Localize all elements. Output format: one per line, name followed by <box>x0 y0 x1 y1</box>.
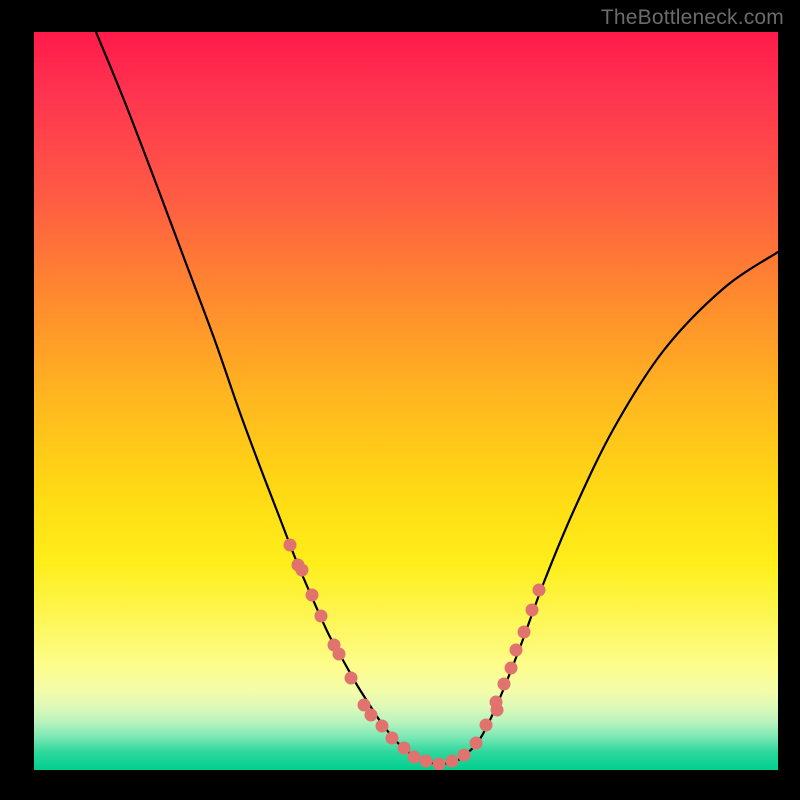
data-point <box>518 626 530 638</box>
data-point <box>306 589 318 601</box>
data-point <box>480 719 492 731</box>
data-point <box>470 737 482 749</box>
data-point <box>458 749 470 761</box>
data-point <box>345 672 357 684</box>
data-point <box>296 564 308 576</box>
watermark-text: TheBottleneck.com <box>601 6 784 30</box>
data-point <box>315 610 327 622</box>
data-point <box>284 539 296 551</box>
data-point <box>533 584 545 596</box>
data-point <box>446 755 458 767</box>
data-point <box>510 644 522 656</box>
data-point <box>505 662 517 674</box>
data-point <box>420 755 432 767</box>
data-point <box>398 742 410 754</box>
chart-frame: TheBottleneck.com <box>0 0 800 800</box>
data-point <box>491 704 503 716</box>
data-point <box>498 678 510 690</box>
data-point <box>433 758 445 770</box>
data-point <box>333 648 345 660</box>
plot-area <box>34 32 778 770</box>
data-point <box>408 751 420 763</box>
data-point <box>526 604 538 616</box>
data-point <box>376 720 388 732</box>
data-point <box>386 732 398 744</box>
data-point <box>365 709 377 721</box>
data-points <box>284 539 545 770</box>
points-layer <box>34 32 778 770</box>
